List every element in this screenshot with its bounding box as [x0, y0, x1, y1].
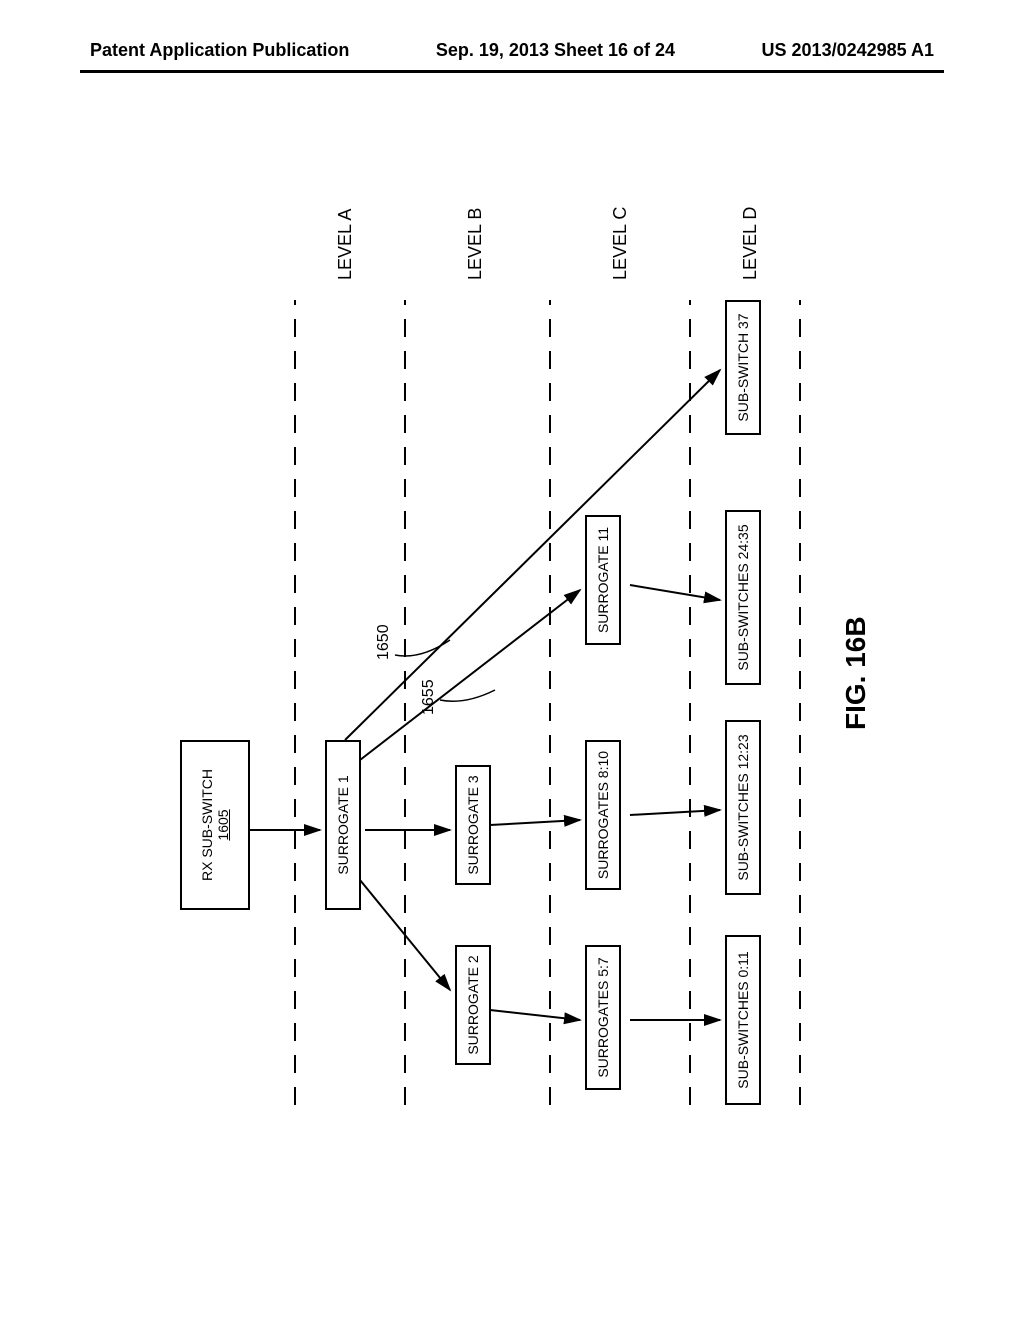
- node-sub-switches-24-35: SUB-SWITCHES 24:35: [725, 510, 761, 685]
- figure-area: RX SUB-SWITCH 1605 SURROGATE 1 SURROGATE…: [120, 160, 910, 1160]
- surrogates-8-10-label: SURROGATES 8:10: [595, 751, 611, 879]
- level-a-label: LEVEL A: [335, 209, 356, 280]
- node-surrogate-3: SURROGATE 3: [455, 765, 491, 885]
- header-right: US 2013/0242985 A1: [762, 40, 934, 61]
- page: Patent Application Publication Sep. 19, …: [0, 0, 1024, 1320]
- surrogate-1-label: SURROGATE 1: [335, 775, 351, 874]
- node-surrogate-2: SURROGATE 2: [455, 945, 491, 1065]
- header-left: Patent Application Publication: [90, 40, 349, 61]
- ref-1655: 1655: [420, 679, 438, 715]
- node-rx-sub-switch: RX SUB-SWITCH 1605: [180, 740, 250, 910]
- surrogate-11-label: SURROGATE 11: [595, 527, 611, 633]
- root-label-line2: 1605: [215, 809, 231, 840]
- surrogate-2-label: SURROGATE 2: [465, 955, 481, 1054]
- sub-switches-0-11-label: SUB-SWITCHES 0:11: [735, 951, 751, 1088]
- header-rule: [80, 70, 944, 73]
- level-d-label: LEVEL D: [740, 207, 761, 280]
- page-header: Patent Application Publication Sep. 19, …: [0, 40, 1024, 61]
- sub-switches-24-35-label: SUB-SWITCHES 24:35: [735, 524, 751, 670]
- node-sub-switches-12-23: SUB-SWITCHES 12:23: [725, 720, 761, 895]
- ref-1650: 1650: [375, 624, 393, 660]
- diagram-svg: [120, 160, 910, 1160]
- node-surrogates-5-7: SURROGATES 5:7: [585, 945, 621, 1090]
- node-sub-switch-37: SUB-SWITCH 37: [725, 300, 761, 435]
- header-center: Sep. 19, 2013 Sheet 16 of 24: [436, 40, 675, 61]
- surrogates-5-7-label: SURROGATES 5:7: [595, 957, 611, 1077]
- node-sub-switches-0-11: SUB-SWITCHES 0:11: [725, 935, 761, 1105]
- node-surrogate-11: SURROGATE 11: [585, 515, 621, 645]
- node-surrogates-8-10: SURROGATES 8:10: [585, 740, 621, 890]
- level-c-label: LEVEL C: [610, 207, 631, 280]
- surrogate-3-label: SURROGATE 3: [465, 775, 481, 874]
- level-b-label: LEVEL B: [465, 208, 486, 280]
- node-surrogate-1: SURROGATE 1: [325, 740, 361, 910]
- sub-switches-12-23-label: SUB-SWITCHES 12:23: [735, 734, 751, 880]
- sub-switch-37-label: SUB-SWITCH 37: [735, 313, 751, 421]
- rotated-figure: RX SUB-SWITCH 1605 SURROGATE 1 SURROGATE…: [120, 160, 910, 1160]
- figure-caption: FIG. 16B: [840, 616, 872, 730]
- root-label-line1: RX SUB-SWITCH: [199, 769, 215, 881]
